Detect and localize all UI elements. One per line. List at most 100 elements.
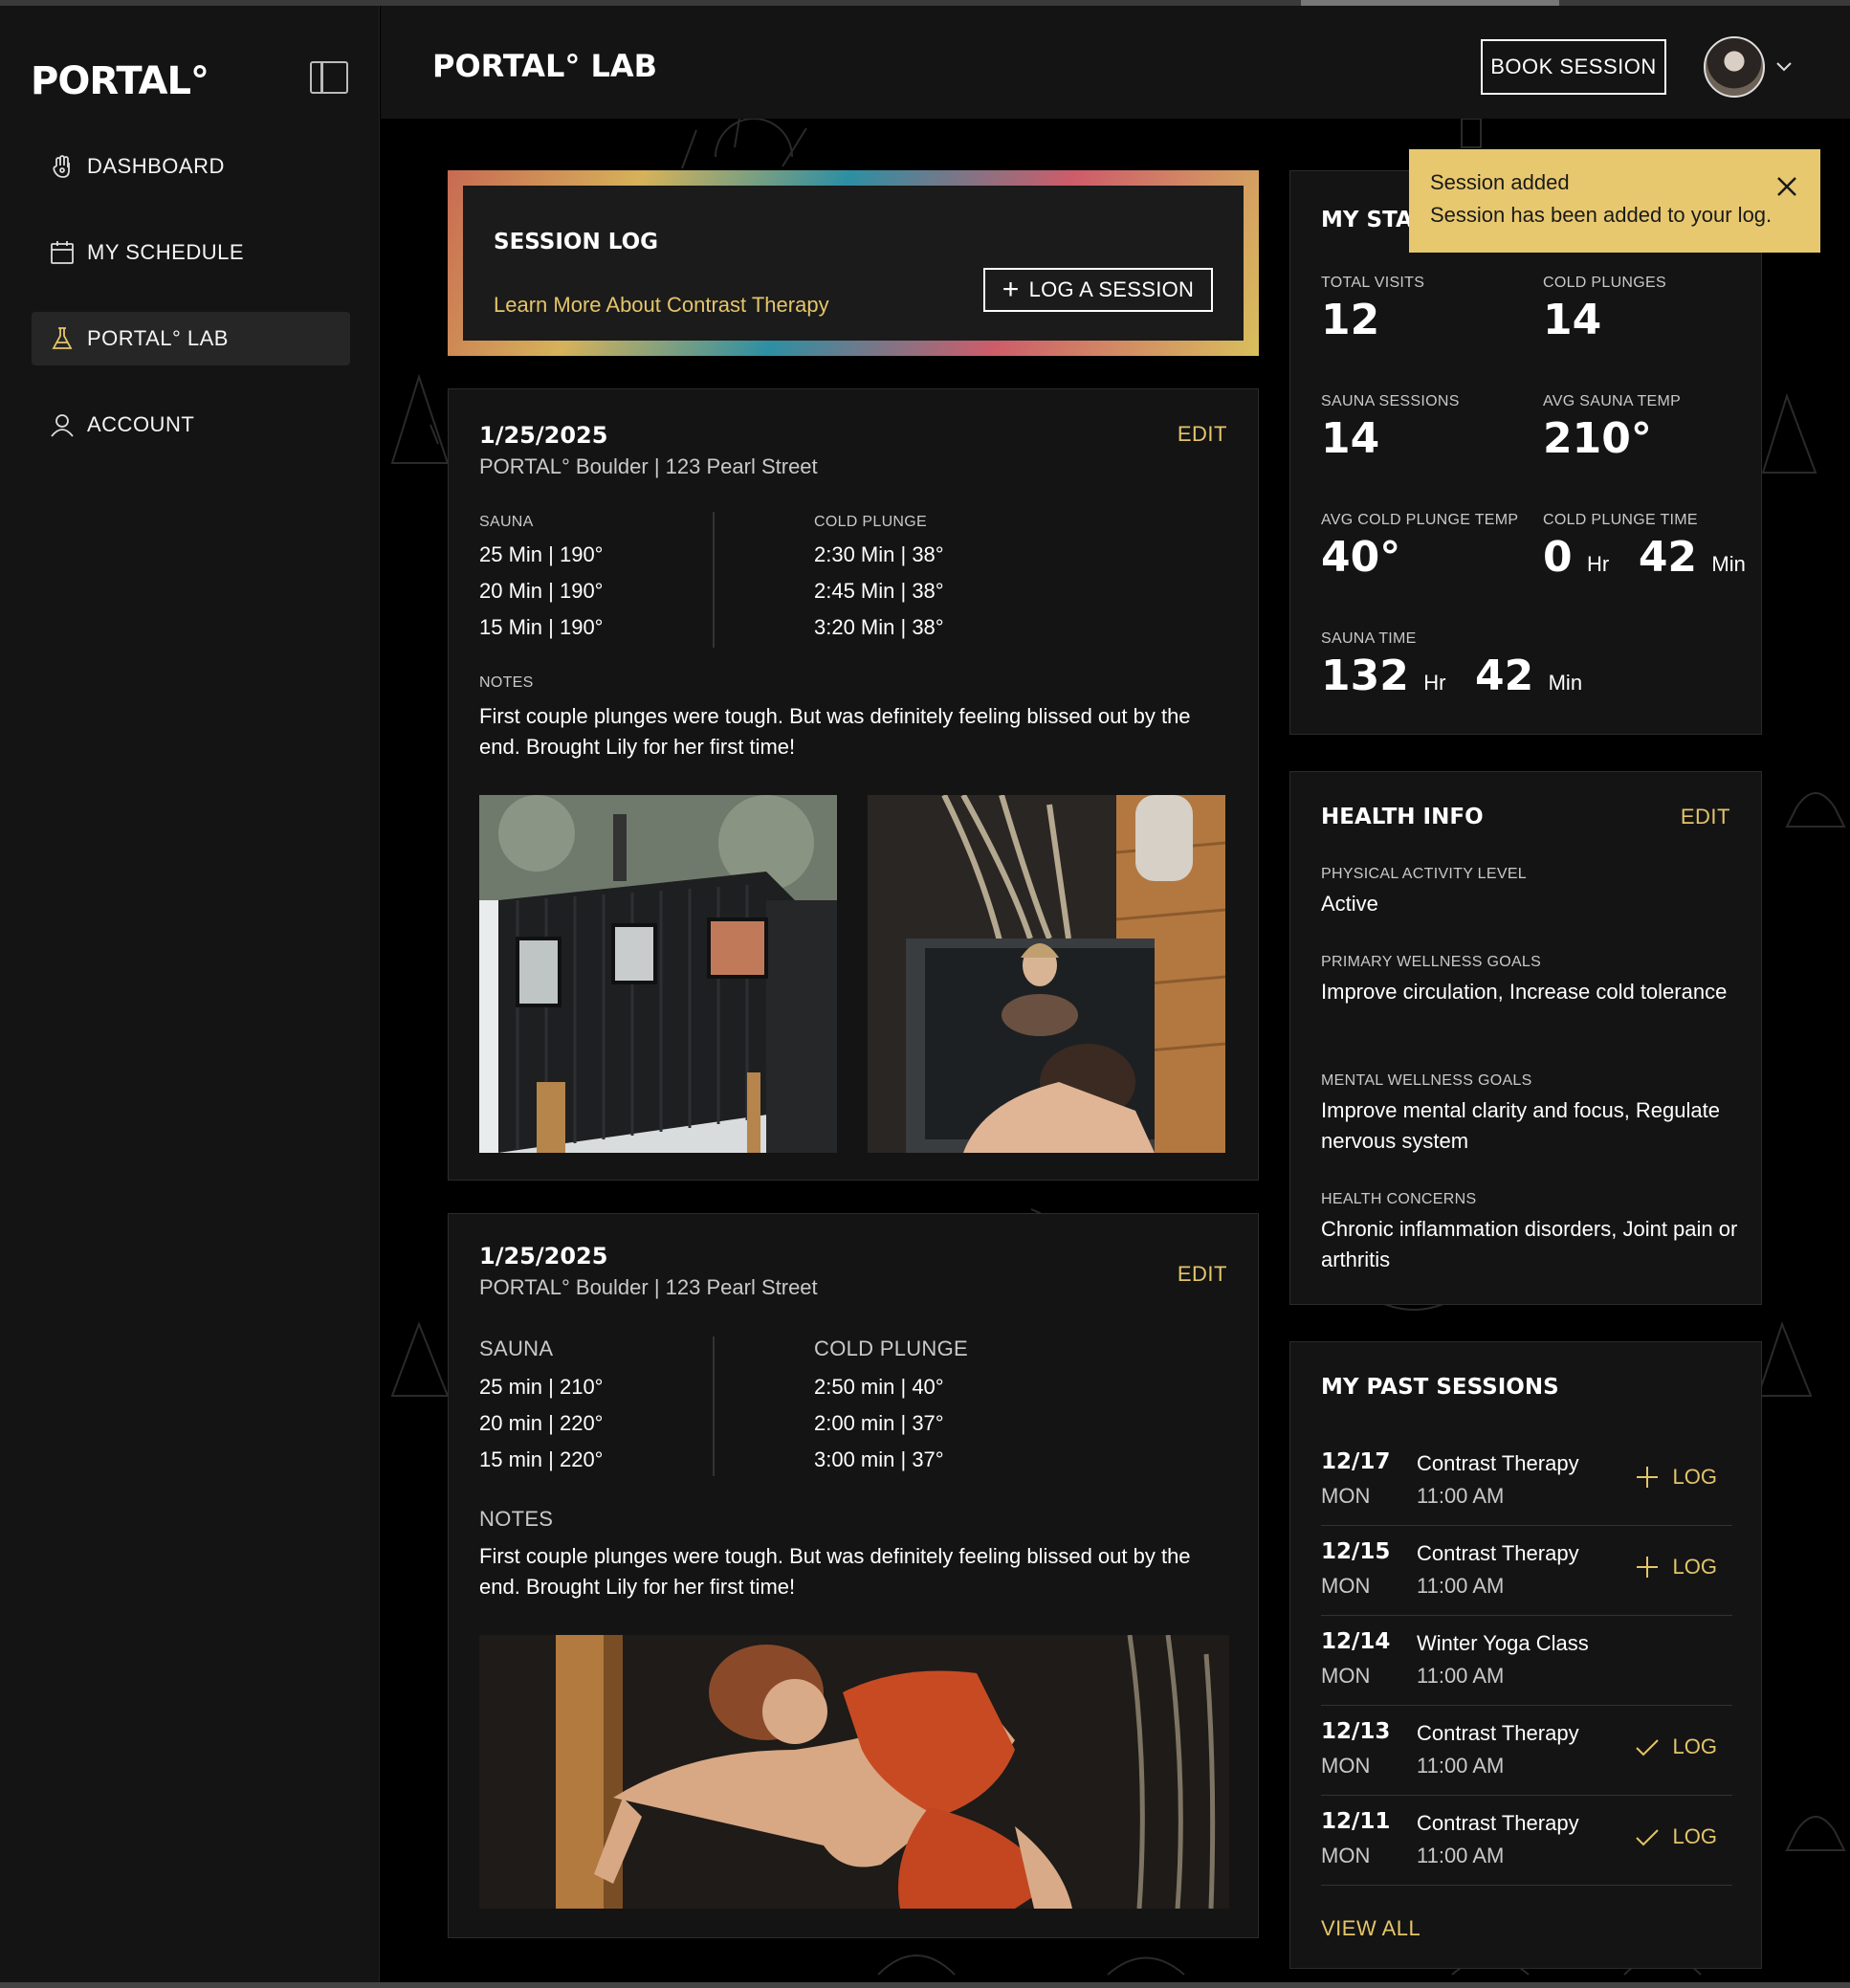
stats-title: MY STA — [1321, 208, 1413, 232]
sidebar-item-label: MY SCHEDULE — [87, 240, 245, 264]
session-time: 11:00 AM — [1417, 1844, 1505, 1867]
notes-heading: NOTES — [479, 674, 534, 691]
sauna-round: 15 min | 220° — [479, 1447, 604, 1471]
sidebar-collapse-icon[interactable] — [310, 61, 348, 94]
entry-notes: First couple plunges were tough. But was… — [479, 704, 1191, 759]
session-name: Contrast Therapy — [1417, 1541, 1579, 1565]
chevron-down-icon[interactable] — [1773, 55, 1795, 77]
portal-logo[interactable]: PORTAL° — [31, 59, 209, 103]
session-day: MON — [1321, 1844, 1371, 1867]
logged-session-action[interactable]: LOG — [1635, 1734, 1717, 1759]
sidebar-item-account[interactable]: ACCOUNT — [32, 398, 350, 452]
check-icon — [1635, 1829, 1659, 1846]
list-item[interactable]: 12/17 MON Contrast Therapy 11:00 AM LOG — [1321, 1436, 1732, 1526]
cold-plunge-photo[interactable] — [868, 795, 1225, 1153]
sidebar-item-portal-lab[interactable]: PORTAL° LAB — [32, 312, 350, 365]
hours-unit: Hr — [1586, 552, 1610, 576]
session-added-toast: Session added Session has been added to … — [1409, 149, 1820, 253]
session-photo[interactable] — [479, 1635, 1229, 1909]
sidebar-item-dashboard[interactable]: DASHBOARD — [32, 140, 350, 193]
sidebar-item-label: ACCOUNT — [87, 412, 195, 436]
list-item[interactable]: 12/11 MON Contrast Therapy 11:00 AM LOG — [1321, 1796, 1732, 1886]
sauna-time-label: SAUNA TIME — [1321, 630, 1417, 647]
plus-icon: + — [1002, 274, 1020, 305]
sidebar-item-label: PORTAL° LAB — [87, 326, 229, 350]
view-all-link[interactable]: VIEW ALL — [1321, 1916, 1421, 1941]
health-info-card: HEALTH INFO EDIT PHYSICAL ACTIVITY LEVEL… — [1289, 771, 1762, 1305]
list-item[interactable]: 12/13 MON Contrast Therapy 11:00 AM LOG — [1321, 1706, 1732, 1796]
log-session-action[interactable]: LOG — [1635, 1555, 1717, 1579]
avatar[interactable] — [1704, 36, 1765, 98]
check-icon — [1635, 1739, 1659, 1756]
session-time: 11:00 AM — [1417, 1664, 1505, 1688]
session-date: 12/13 — [1321, 1719, 1391, 1744]
log-label: LOG — [1672, 1734, 1717, 1758]
entry-date: 1/25/2025 — [479, 1243, 608, 1270]
edit-entry-link[interactable]: EDIT — [1178, 422, 1227, 447]
entry-location: PORTAL° Boulder | 123 Pearl Street — [479, 454, 818, 478]
log-session-button[interactable]: + LOG A SESSION — [983, 268, 1213, 312]
sauna-photo[interactable] — [479, 795, 837, 1153]
sidebar-item-my-schedule[interactable]: MY SCHEDULE — [32, 226, 350, 279]
past-sessions-card: MY PAST SESSIONS 12/17 MON Contrast Ther… — [1289, 1341, 1762, 1969]
list-item[interactable]: 12/15 MON Contrast Therapy 11:00 AM LOG — [1321, 1526, 1732, 1616]
log-label: LOG — [1672, 1555, 1717, 1579]
plunge-time-hours: 0 — [1543, 533, 1573, 582]
session-name: Winter Yoga Class — [1417, 1631, 1589, 1655]
health-concerns-value: Chronic inflammation disorders, Joint pa… — [1321, 1217, 1738, 1271]
list-item[interactable]: 12/14 MON Winter Yoga Class 11:00 AM — [1321, 1616, 1732, 1706]
sauna-time-hours: 132 — [1321, 652, 1409, 700]
session-day: MON — [1321, 1574, 1371, 1598]
avg-sauna-temp-value: 210° — [1543, 414, 1652, 463]
log-label: LOG — [1672, 1465, 1717, 1489]
session-date: 12/14 — [1321, 1629, 1391, 1654]
session-date: 12/17 — [1321, 1449, 1391, 1474]
book-session-button[interactable]: BOOK SESSION — [1481, 39, 1666, 95]
page-title: PORTAL° LAB — [432, 48, 658, 84]
plus-icon — [1636, 1557, 1658, 1578]
log-label: LOG — [1672, 1824, 1717, 1848]
session-log-banner: SESSION LOG Learn More About Contrast Th… — [448, 170, 1259, 356]
session-date: 12/15 — [1321, 1539, 1391, 1564]
entry-date: 1/25/2025 — [479, 422, 608, 449]
avg-plunge-temp-value: 40° — [1321, 533, 1401, 582]
column-divider — [713, 1336, 715, 1476]
plunge-round: 2:30 Min | 38° — [814, 542, 944, 566]
minutes-unit: Min — [1711, 552, 1746, 576]
plunge-time-minutes: 42 — [1638, 533, 1698, 582]
plunge-round: 3:20 Min | 38° — [814, 615, 944, 639]
window-bottom-bar — [0, 1982, 1850, 1988]
log-session-label: LOG A SESSION — [1028, 277, 1195, 301]
session-day: MON — [1321, 1754, 1371, 1778]
session-entry: 1/25/2025 PORTAL° Boulder | 123 Pearl St… — [448, 388, 1259, 1181]
sauna-time-minutes: 42 — [1475, 652, 1534, 700]
avg-plunge-temp-label: AVG COLD PLUNGE TEMP — [1321, 512, 1519, 528]
notes-heading: NOTES — [479, 1507, 554, 1531]
cold-plunge-heading: COLD PLUNGE — [814, 1336, 969, 1360]
learn-more-link[interactable]: Learn More About Contrast Therapy — [494, 293, 829, 318]
top-header: PORTAL° LAB BOOK SESSION — [381, 6, 1850, 119]
toast-message: Session has been added to your log. — [1430, 203, 1773, 227]
mental-goals-value: Improve mental clarity and focus, Regula… — [1321, 1098, 1720, 1153]
plunge-time-value: 0 Hr 42 Min — [1543, 533, 1746, 582]
sauna-round: 20 min | 220° — [479, 1411, 604, 1435]
logged-session-action[interactable]: LOG — [1635, 1824, 1717, 1849]
sauna-heading: SAUNA — [479, 1336, 554, 1360]
plunge-round: 2:45 Min | 38° — [814, 579, 944, 603]
sidebar: PORTAL° DASHBOARD MY SCHEDULE PORTAL° LA… — [0, 6, 380, 1982]
sauna-round: 25 Min | 190° — [479, 542, 604, 566]
sauna-heading: SAUNA — [479, 514, 534, 530]
session-day: MON — [1321, 1484, 1371, 1508]
log-session-action[interactable]: LOG — [1635, 1465, 1717, 1490]
session-entry: 1/25/2025 PORTAL° Boulder | 123 Pearl St… — [448, 1213, 1259, 1938]
primary-goals-label: PRIMARY WELLNESS GOALS — [1321, 954, 1542, 970]
session-name: Contrast Therapy — [1417, 1451, 1579, 1475]
edit-entry-link[interactable]: EDIT — [1178, 1262, 1227, 1287]
session-day: MON — [1321, 1664, 1371, 1688]
sauna-time-value: 132 Hr 42 Min — [1321, 652, 1582, 700]
flask-icon — [49, 325, 76, 352]
avg-sauna-temp-label: AVG SAUNA TEMP — [1543, 393, 1682, 409]
close-icon[interactable] — [1774, 174, 1799, 199]
toast-title: Session added — [1430, 170, 1570, 194]
edit-health-link[interactable]: EDIT — [1681, 805, 1730, 829]
